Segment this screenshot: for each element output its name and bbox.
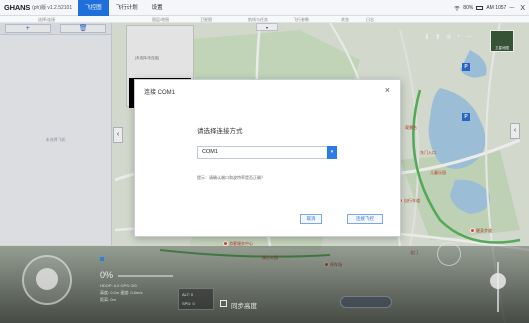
app-window: 自行车道 健身步道 游客服务中心 湖心公园 停车场 东门入口 儿童乐园 观景台 … [0,0,529,323]
dialog-title: 连接 COM1 [144,89,176,96]
battery-level: 80% [463,5,474,11]
minimize-button[interactable]: — [509,5,514,11]
app-logo: GHANS [4,3,31,12]
connection-hint: 提示：请确认端口和波特率是否正确？ [197,175,265,180]
tab-flight-plan[interactable]: 飞行计划 [109,0,145,16]
connection-method-label: 请选择连接方式 [197,128,243,135]
close-icon[interactable]: × [385,85,390,95]
title-bar: GHANS (ph)版 v1.2.52101 飞控图 飞行计划 设置 80% A… [0,0,529,16]
system-status: 80% AM 1057 — X [454,0,529,16]
battery-icon [476,6,484,10]
tab-flight-control[interactable]: 飞控图 [78,0,109,16]
dialog-header: 连接 COM1 × [135,80,400,102]
chevron-down-icon[interactable]: ▾ [327,146,337,159]
app-version: (ph)版 v1.2.52101 [32,5,73,11]
port-select-value: COM1 [202,149,218,155]
close-window-button[interactable]: X [520,5,525,12]
sub-toolbar: 选择/连接 图层/地图 卫星图 航线与任务 飞行参数 状态 日志 [0,16,529,23]
cancel-button[interactable]: 取消 [300,214,322,224]
tab-settings[interactable]: 设置 [145,0,170,16]
wifi-icon [454,5,460,11]
clock: AM 1057 [486,5,507,11]
connect-dialog: 连接 COM1 × 请选择连接方式 COM1 ▾ 提示：请确认端口和波特率是否正… [134,79,401,237]
port-select[interactable]: COM1 ▾ [197,146,337,159]
connect-button[interactable]: 连接飞控 [347,214,383,224]
